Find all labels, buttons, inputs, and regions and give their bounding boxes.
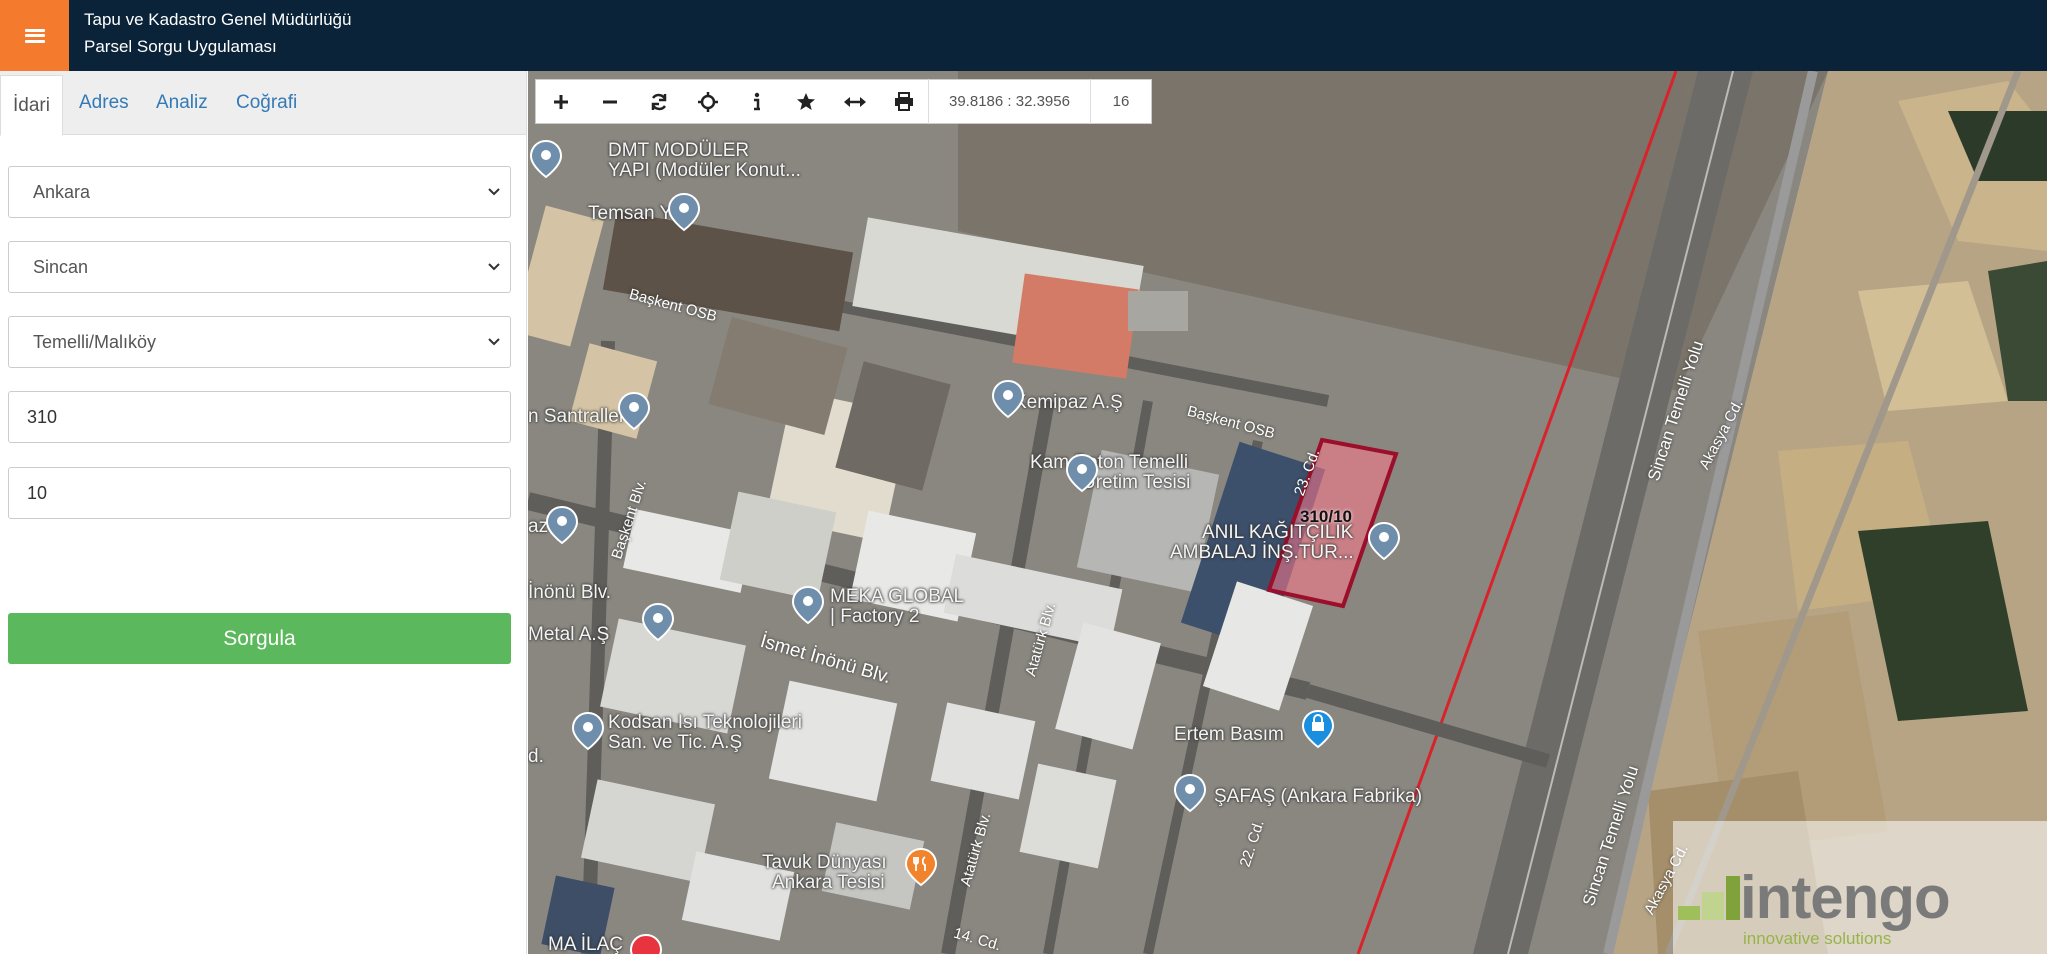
place-label: MEKA GLOBAL <box>830 586 965 607</box>
print-icon <box>894 91 913 111</box>
place-label: n Santralleri <box>528 406 630 427</box>
place-label: Ankara Tesisi <box>772 872 885 893</box>
ilce-select-value: Sincan <box>33 256 89 277</box>
locate-button[interactable] <box>683 79 732 124</box>
place-label: Tavuk Dünyası <box>762 852 887 873</box>
map-view[interactable]: 310/10 Başkent OSB Başkent OSB Başkent B… <box>528 71 2047 954</box>
query-tabs: İdari Adres Analiz Coğrafi <box>0 71 526 136</box>
ada-input[interactable]: 310 <box>8 391 511 443</box>
zoom-level-display: 16 <box>1112 93 1130 110</box>
map-toolbar: 39.8186 : 32.3956 16 <box>535 79 1152 124</box>
map-pin-icon[interactable] <box>666 192 702 232</box>
chevron-down-icon <box>488 338 500 346</box>
tab-analiz[interactable]: Analiz <box>156 71 208 135</box>
map-pin-icon[interactable] <box>528 139 564 179</box>
map-pin-icon[interactable] <box>1366 521 1402 561</box>
app-title: Tapu ve Kadastro Genel Müdürlüğü Parsel … <box>84 6 351 60</box>
favorite-icon <box>796 92 815 110</box>
place-label: Ertem Basım <box>1174 724 1284 745</box>
ada-input-value: 310 <box>27 406 58 427</box>
place-label: | Factory 2 <box>830 606 920 627</box>
place-label: İnönü Blv. <box>528 582 612 603</box>
ilce-select[interactable]: Sincan <box>8 241 511 293</box>
tab-idari[interactable]: İdari <box>0 75 63 136</box>
locate-icon <box>697 91 718 112</box>
place-label: MA İLAÇ <box>548 934 623 954</box>
intengo-logo-icon <box>1678 876 1740 920</box>
watermark-brand: intengo <box>1740 864 1951 931</box>
map-pin-icon[interactable] <box>544 505 580 545</box>
parsel-input[interactable]: 10 <box>8 467 511 519</box>
map-pin-icon[interactable] <box>990 379 1026 419</box>
favorite-button[interactable] <box>781 79 830 124</box>
place-label: San. ve Tic. A.Ş <box>608 732 743 753</box>
coordinate-display: 39.8186 : 32.3956 <box>928 79 1091 124</box>
place-label: Kemipaz A.Ş <box>1014 392 1123 413</box>
restaurant-pin-icon[interactable] <box>903 847 939 887</box>
measure-button[interactable] <box>830 79 879 124</box>
map-pin-icon[interactable] <box>570 711 606 751</box>
mahalle-select-value: Temelli/Malıköy <box>33 331 157 352</box>
pharmacy-pin-icon[interactable] <box>628 933 664 954</box>
place-label: Metal A.Ş <box>528 624 610 645</box>
place-label: ŞAFAŞ (Ankara Fabrika) <box>1214 786 1423 807</box>
shopping-pin-icon[interactable] <box>1300 709 1336 749</box>
place-label: Kodsan Isı Teknolojileri <box>608 712 802 733</box>
place-label: DMT MODÜLER <box>608 140 750 161</box>
il-select[interactable]: Ankara <box>8 166 511 218</box>
app-title-line2: Parsel Sorgu Uygulaması <box>84 37 277 56</box>
query-sidebar: İdari Adres Analiz Coğrafi Ankara Sincan… <box>0 71 527 954</box>
zoom-in-icon <box>553 94 568 109</box>
tab-cografi[interactable]: Coğrafi <box>236 71 297 135</box>
il-select-value: Ankara <box>33 181 91 202</box>
menu-button[interactable] <box>0 0 69 71</box>
place-label: Kam Beton Temelli <box>1030 452 1189 473</box>
parsel-input-value: 10 <box>27 482 48 503</box>
map-pin-icon[interactable] <box>616 391 652 431</box>
info-button[interactable] <box>732 79 781 124</box>
chevron-down-icon <box>488 263 500 271</box>
zoom-out-button[interactable] <box>585 79 634 124</box>
refresh-icon <box>651 93 666 110</box>
app-title-line1: Tapu ve Kadastro Genel Müdürlüğü <box>84 10 352 29</box>
info-icon <box>753 92 760 110</box>
measure-icon <box>843 96 866 107</box>
map-pin-icon[interactable] <box>1064 453 1100 493</box>
place-label: ANIL KAĞITÇILIK <box>1202 522 1354 543</box>
tab-adres[interactable]: Adres <box>79 71 129 135</box>
refresh-button[interactable] <box>634 79 683 124</box>
mahalle-select[interactable]: Temelli/Malıköy <box>8 316 511 368</box>
map-pin-icon[interactable] <box>1172 773 1208 813</box>
place-label: AMBALAJ İNŞ.TUR... <box>1170 542 1354 563</box>
sorgula-button[interactable]: Sorgula <box>8 613 511 664</box>
watermark-tagline: innovative solutions <box>1743 929 1892 948</box>
zoom-out-icon <box>602 100 617 103</box>
hamburger-icon <box>24 28 45 43</box>
map-pin-icon[interactable] <box>640 602 676 642</box>
zoom-in-button[interactable] <box>536 79 585 124</box>
chevron-down-icon <box>488 188 500 196</box>
top-header-bar: Tapu ve Kadastro Genel Müdürlüğü Parsel … <box>0 0 2047 71</box>
print-button[interactable] <box>879 79 928 124</box>
map-pin-icon[interactable] <box>790 585 826 625</box>
place-label: d. <box>528 746 544 767</box>
place-label: YAPI (Modüler Konut... <box>608 160 801 181</box>
